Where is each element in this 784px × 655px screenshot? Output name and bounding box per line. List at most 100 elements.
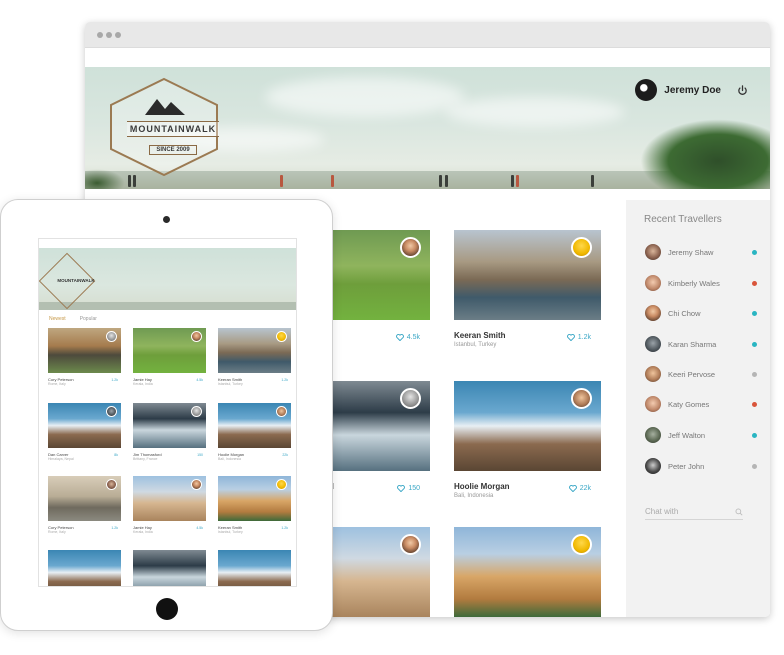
- like-count[interactable]: 22k: [282, 453, 288, 457]
- card-location: Rome, Italy: [48, 382, 66, 386]
- like-count[interactable]: 1.2k: [111, 526, 118, 530]
- brand-logo[interactable]: MOUNTAINWALK SINCE 2009: [105, 77, 223, 177]
- like-button[interactable]: 4.5k: [395, 334, 420, 341]
- card-location: Bali, Indonesia: [454, 493, 494, 499]
- tablet-travel-card[interactable]: Jim Thomasford Brittany, France 150: [133, 403, 206, 461]
- like-count: 150: [408, 485, 420, 492]
- like-count[interactable]: 1.2k: [281, 526, 288, 530]
- card-name[interactable]: Hoolie Morgan: [454, 482, 510, 491]
- avatar[interactable]: [276, 406, 287, 417]
- travel-photo[interactable]: [454, 527, 601, 617]
- like-button[interactable]: 1.2k: [566, 334, 591, 341]
- travel-photo[interactable]: [454, 230, 601, 320]
- home-button[interactable]: [156, 598, 178, 620]
- tab-popular[interactable]: Popular: [80, 316, 97, 322]
- avatar[interactable]: [571, 388, 592, 409]
- traveller-name[interactable]: Chi Chow: [668, 309, 752, 318]
- tablet-travel-card[interactable]: [218, 550, 291, 586]
- avatar[interactable]: [106, 406, 117, 417]
- traveller-name[interactable]: Katy Gomes: [668, 400, 752, 409]
- window-dot-icon[interactable]: [106, 32, 112, 38]
- tablet-travel-card[interactable]: Cory Peterson Rome, Italy 1.2k: [48, 476, 121, 534]
- travel-card[interactable]: Keeran Smith Istanbul, Turkey 1.2k: [454, 230, 601, 348]
- avatar[interactable]: [106, 331, 117, 342]
- tablet-travel-card[interactable]: Cory Peterson Rome, Italy 1.2k: [48, 328, 121, 386]
- tablet-travel-card[interactable]: Jamie Hay Kerala, India 4.5k: [133, 476, 206, 534]
- avatar[interactable]: [276, 479, 287, 490]
- search-icon[interactable]: [735, 508, 743, 516]
- avatar[interactable]: [191, 406, 202, 417]
- traveller-item[interactable]: Chi Chow: [645, 304, 757, 322]
- heart-icon: [568, 485, 577, 492]
- avatar[interactable]: [645, 458, 661, 474]
- travel-card[interactable]: Hoolie Morgan Bali, Indonesia 22k: [454, 381, 601, 499]
- avatar[interactable]: [191, 331, 202, 342]
- status-indicator: [752, 371, 757, 377]
- traveller-item[interactable]: Karan Sharma: [645, 335, 757, 353]
- card-location: Bali, Indonesia: [218, 457, 241, 461]
- tablet-travel-card[interactable]: Jamie Hay Kerala, India 4.5k: [133, 328, 206, 386]
- window-dot-icon[interactable]: [97, 32, 103, 38]
- avatar[interactable]: [276, 331, 287, 342]
- like-count[interactable]: 4.5k: [196, 378, 203, 382]
- traveller-item[interactable]: Katy Gomes: [645, 395, 757, 413]
- avatar[interactable]: [645, 396, 661, 412]
- avatar[interactable]: [106, 479, 117, 490]
- travel-photo[interactable]: [454, 381, 601, 471]
- like-count[interactable]: 4.5k: [196, 526, 203, 530]
- like-button[interactable]: 150: [397, 485, 420, 492]
- traveller-name[interactable]: Jeff Walton: [668, 431, 752, 440]
- avatar[interactable]: [571, 237, 592, 258]
- traveller-item[interactable]: Kimberly Wales: [645, 274, 757, 292]
- avatar[interactable]: [645, 427, 661, 443]
- tablet-logo-text: MOUNTAINWALK: [57, 278, 95, 283]
- travel-card[interactable]: [454, 527, 601, 617]
- tablet-travel-card[interactable]: Hoolie Morgan Bali, Indonesia 22k: [218, 403, 291, 461]
- tablet-travel-card[interactable]: Keeran Smith Istanbul, Turkey 1.2k: [218, 476, 291, 534]
- avatar[interactable]: [645, 336, 661, 352]
- traveller-item[interactable]: Peter John: [645, 457, 757, 475]
- status-indicator: [752, 432, 757, 438]
- tablet-tabs: Newest Popular: [49, 316, 111, 322]
- traveller-item[interactable]: Keeri Pervose: [645, 365, 757, 383]
- avatar[interactable]: [645, 275, 661, 291]
- traveller-name[interactable]: Peter John: [668, 462, 752, 471]
- traveller-name[interactable]: Keeri Pervose: [668, 370, 752, 379]
- like-button[interactable]: 22k: [568, 485, 591, 492]
- tablet-travel-card[interactable]: [48, 550, 121, 586]
- traveller-item[interactable]: Jeff Walton: [645, 426, 757, 444]
- avatar[interactable]: [645, 244, 661, 260]
- heart-icon: [397, 485, 406, 492]
- window-dot-icon[interactable]: [115, 32, 121, 38]
- user-menu[interactable]: Jeremy Doe: [635, 79, 748, 101]
- like-count[interactable]: 8k: [114, 453, 118, 457]
- traveller-name[interactable]: Karan Sharma: [668, 340, 752, 349]
- tablet-travel-card[interactable]: Dan Carver Himalaya, Nepal 8k: [48, 403, 121, 461]
- like-count[interactable]: 1.2k: [281, 378, 288, 382]
- traveller-item[interactable]: Jeremy Shaw: [645, 243, 757, 261]
- like-count[interactable]: 150: [197, 453, 203, 457]
- traveller-name[interactable]: Jeremy Shaw: [668, 248, 752, 257]
- avatar[interactable]: [191, 479, 202, 490]
- avatar[interactable]: [400, 237, 421, 258]
- tablet-travel-card[interactable]: [133, 550, 206, 586]
- card-location: Himalaya, Nepal: [48, 457, 74, 461]
- user-name[interactable]: Jeremy Doe: [664, 85, 721, 96]
- avatar[interactable]: [400, 388, 421, 409]
- avatar[interactable]: [645, 305, 661, 321]
- status-indicator: [752, 310, 757, 316]
- chat-search-input[interactable]: Chat with: [645, 504, 743, 520]
- card-location: Rome, Italy: [48, 530, 66, 534]
- card-name[interactable]: Keeran Smith: [454, 331, 506, 340]
- avatar[interactable]: [400, 534, 421, 555]
- tab-newest[interactable]: Newest: [49, 316, 66, 322]
- tablet-travel-card[interactable]: Keeran Smith Istanbul, Turkey 1.2k: [218, 328, 291, 386]
- traveller-name[interactable]: Kimberly Wales: [668, 279, 752, 288]
- like-count[interactable]: 1.2k: [111, 378, 118, 382]
- user-avatar[interactable]: [635, 79, 658, 101]
- avatar[interactable]: [645, 366, 661, 382]
- logo-text: MOUNTAINWALK: [127, 121, 219, 137]
- avatar[interactable]: [571, 534, 592, 555]
- power-icon[interactable]: [737, 84, 748, 96]
- card-location: Istanbul, Turkey: [454, 342, 497, 348]
